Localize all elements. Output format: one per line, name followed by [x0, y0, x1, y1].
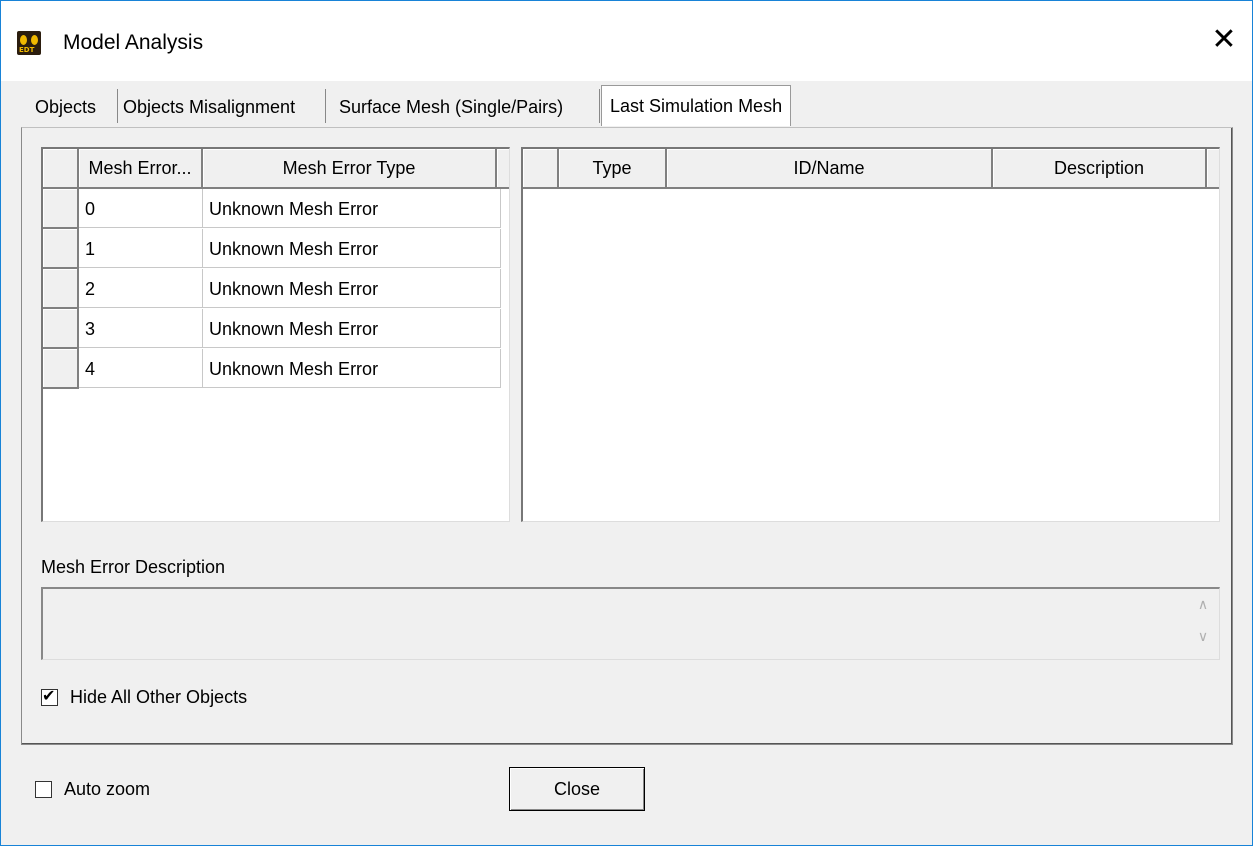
tab-surface-mesh-label: Surface Mesh (Single/Pairs): [339, 97, 564, 117]
window-title: Model Analysis: [63, 31, 204, 54]
mesh-error-description-label: Mesh Error Description: [41, 557, 226, 577]
row-header[interactable]: [43, 189, 79, 229]
scroll-up-icon[interactable]: ∧: [1195, 597, 1211, 613]
app-icon-right-mark: [31, 35, 38, 45]
column-header-filler: [1207, 149, 1219, 189]
tab-objects-misalignment[interactable]: Objects Misalignment: [123, 89, 326, 123]
auto-zoom-checkbox[interactable]: Auto zoom: [35, 779, 150, 800]
mesh-error-type-cell[interactable]: Unknown Mesh Error: [203, 189, 501, 228]
mesh-error-description-field[interactable]: ∧ ∨: [41, 587, 1220, 660]
app-icon: EDT: [17, 31, 41, 55]
mesh-object-grid[interactable]: Type ID/Name Description: [521, 147, 1220, 522]
column-header-type[interactable]: Type: [559, 149, 667, 189]
grid-corner: [523, 149, 559, 189]
close-button[interactable]: Close: [509, 767, 645, 811]
grid-corner: [43, 149, 79, 189]
row-header[interactable]: [43, 309, 79, 349]
tab-last-simulation-mesh[interactable]: Last Simulation Mesh: [601, 85, 792, 126]
app-icon-label: EDT: [19, 46, 35, 54]
app-icon-left-mark: [20, 35, 27, 45]
mesh-error-id-cell[interactable]: 2: [79, 269, 203, 308]
model-analysis-window: EDT Model Analysis ✕ Objects Objects Mis…: [0, 0, 1253, 846]
checkbox-box[interactable]: [35, 781, 52, 798]
column-header-mesh-error-type[interactable]: Mesh Error Type: [203, 149, 497, 189]
tab-objects[interactable]: Objects: [35, 89, 118, 123]
mesh-error-id-cell[interactable]: 0: [79, 189, 203, 228]
mesh-error-id-cell[interactable]: 4: [79, 349, 203, 388]
checkbox-box[interactable]: ✔: [41, 686, 58, 706]
column-header-description[interactable]: Description: [993, 149, 1207, 189]
tab-objects-label: Objects: [35, 97, 97, 117]
row-header[interactable]: [43, 229, 79, 269]
title-bar: EDT Model Analysis ✕: [1, 1, 1252, 81]
row-header[interactable]: [43, 349, 79, 389]
hide-all-other-objects-label: Hide All Other Objects: [70, 687, 248, 707]
tab-surface-mesh[interactable]: Surface Mesh (Single/Pairs): [339, 89, 600, 123]
column-header-filler: [497, 149, 509, 189]
checkmark-icon: ✔: [42, 686, 56, 705]
close-window-icon[interactable]: ✕: [1207, 23, 1241, 57]
mesh-error-type-cell[interactable]: Unknown Mesh Error: [203, 229, 501, 268]
scroll-down-icon[interactable]: ∨: [1195, 629, 1211, 645]
column-header-mesh-error[interactable]: Mesh Error...: [79, 149, 203, 189]
mesh-error-type-cell[interactable]: Unknown Mesh Error: [203, 269, 501, 308]
mesh-error-grid[interactable]: Mesh Error... Mesh Error Type 0 Unknown …: [41, 147, 510, 522]
auto-zoom-label: Auto zoom: [64, 779, 151, 799]
row-header[interactable]: [43, 269, 79, 309]
mesh-error-id-cell[interactable]: 1: [79, 229, 203, 268]
column-header-id-name[interactable]: ID/Name: [667, 149, 993, 189]
mesh-error-type-cell[interactable]: Unknown Mesh Error: [203, 309, 501, 348]
mesh-error-type-cell[interactable]: Unknown Mesh Error: [203, 349, 501, 388]
tab-last-simulation-mesh-label: Last Simulation Mesh: [610, 96, 783, 116]
hide-all-other-objects-checkbox[interactable]: ✔ Hide All Other Objects: [41, 686, 248, 708]
mesh-error-id-cell[interactable]: 3: [79, 309, 203, 348]
tab-objects-misalignment-label: Objects Misalignment: [123, 97, 296, 117]
